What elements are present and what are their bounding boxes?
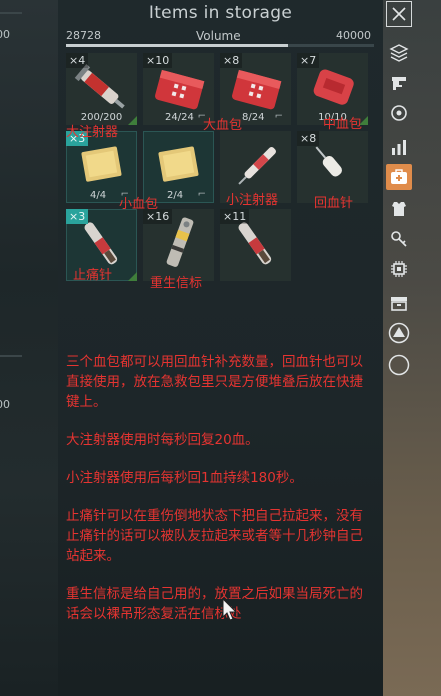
target-icon <box>391 105 407 121</box>
volume-label: Volume <box>196 29 241 43</box>
note-paragraph: 止痛针可以在重伤倒地状态下把自己拉起来，没有止痛针的话可以被队友拉起来或者等十几… <box>66 508 363 564</box>
annotation-large-syringe: 大注射器 <box>66 125 119 140</box>
bind-key-icon: ⌐ <box>274 111 283 122</box>
armor-icon <box>392 202 406 216</box>
volume-bar <box>66 44 374 47</box>
category-weapons[interactable] <box>386 70 412 96</box>
annotation-small-syringe: 小注射器 <box>226 193 279 208</box>
gun-icon <box>392 77 406 90</box>
item-count: ×3 <box>66 209 89 224</box>
category-armor[interactable] <box>386 196 412 222</box>
note-paragraph: 三个血包都可以用回血针补充数量，回血针也可以直接使用，放在急救包里只是方便堆叠后… <box>66 354 363 410</box>
annotation-medium-bloodpack: 中血包 <box>323 117 363 132</box>
panel-title: Items in storage <box>148 3 293 23</box>
triangle-icon <box>388 322 410 344</box>
item-count: ×4 <box>66 53 89 68</box>
category-containers[interactable] <box>386 290 412 316</box>
note-paragraph: 小注射器使用后每秒回1血持续180秒。 <box>66 470 303 486</box>
item-count: ×11 <box>220 209 250 224</box>
volume-current: 28728 <box>66 29 101 42</box>
category-special[interactable] <box>386 320 412 346</box>
category-keys[interactable] <box>386 226 412 252</box>
quickslot-marker <box>128 272 137 281</box>
storage-box-icon <box>391 297 407 311</box>
medkit-icon <box>391 169 407 184</box>
edge-text-top: 00 <box>0 28 10 41</box>
circle-icon <box>388 354 410 376</box>
close-icon <box>392 7 406 21</box>
keys-icon <box>391 231 407 247</box>
category-other[interactable] <box>386 352 412 378</box>
volume-bar-fill <box>66 44 288 47</box>
category-medical[interactable] <box>386 164 412 190</box>
item-count: ×8 <box>220 53 243 68</box>
layers-icon <box>389 44 409 62</box>
annotation-respawn-beacon: 重生信标 <box>150 276 203 291</box>
volume-max: 40000 <box>336 29 371 42</box>
quickslot-marker <box>128 116 137 125</box>
category-ammo[interactable] <box>386 134 412 160</box>
item-count: ×7 <box>297 53 320 68</box>
note-paragraph: 重生信标是给自己用的，放置之后如果当局死亡的话会以裸吊形态复活在信标处 <box>66 586 363 622</box>
note-paragraph: 大注射器使用时每秒回复20血。 <box>66 432 259 448</box>
item-count: ×10 <box>143 53 173 68</box>
item-count: ×8 <box>297 131 320 146</box>
annotation-painkiller: 止痛针 <box>73 268 113 283</box>
item-slot-stim[interactable]: ×11 <box>220 209 291 281</box>
edge-text-bottom: 00 <box>0 398 10 411</box>
item-slot-respawn-beacon[interactable]: ×16 <box>143 209 214 281</box>
close-button[interactable] <box>386 1 412 27</box>
category-all[interactable] <box>386 40 412 66</box>
background-left: 00 00 <box>0 0 62 696</box>
chip-icon <box>391 261 407 277</box>
stats-icon <box>392 140 406 155</box>
item-slot-large-syringe[interactable]: ×4 200/200 <box>66 53 137 125</box>
notes-block: 三个血包都可以用回血针补充数量，回血针也可以直接使用，放在急救包里只是方便堆叠后… <box>66 352 376 642</box>
category-attachments[interactable] <box>386 100 412 126</box>
annotation-regen-needle: 回血针 <box>314 196 354 211</box>
bg-stripe <box>0 355 22 357</box>
category-electronics[interactable] <box>386 256 412 282</box>
bind-key-icon: ⌐ <box>197 189 206 200</box>
annotation-large-bloodpack: 大血包 <box>203 118 243 133</box>
annotation-small-bloodpack: 小血包 <box>119 197 159 212</box>
mouse-cursor-icon <box>222 598 238 621</box>
bg-stripe <box>0 12 22 14</box>
